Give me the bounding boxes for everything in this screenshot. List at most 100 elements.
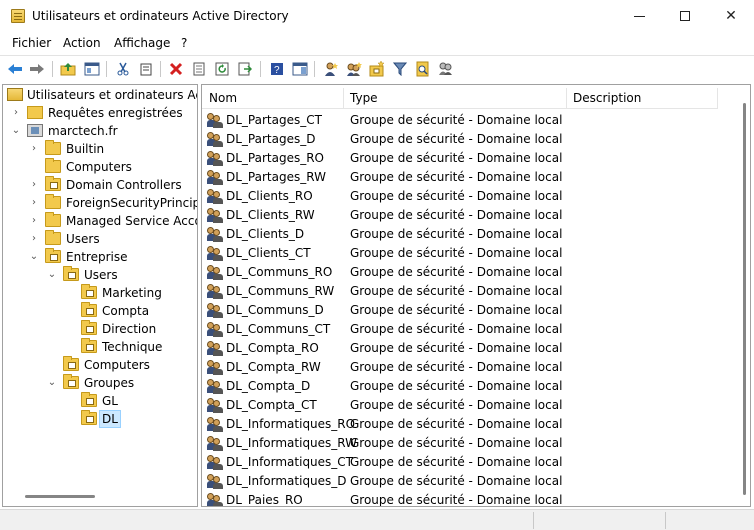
table-row[interactable]: DL_Communs_RW Groupe de sécurité - Domain… — [202, 282, 718, 301]
tree-item-groupes[interactable]: ⌄ Groupes — [43, 374, 197, 392]
tree-item-entreprise[interactable]: ⌄ Entreprise — [25, 248, 197, 266]
table-row[interactable]: DL_Clients_RO Groupe de sécurité - Domain… — [202, 187, 718, 206]
table-row[interactable]: DL_Compta_D Groupe de sécurité - Domaine … — [202, 377, 718, 396]
group-name: DL_Compta_CT — [226, 398, 317, 412]
menu-help[interactable]: ? — [181, 36, 187, 50]
export-list-icon[interactable] — [235, 59, 255, 79]
tree-item-saved-queries[interactable]: › Requêtes enregistrées — [7, 104, 197, 122]
collapse-icon[interactable]: ⌄ — [29, 248, 39, 266]
table-row[interactable]: DL_Informatiques_RW Groupe de sécurité - … — [202, 434, 718, 453]
tree-item-entreprise-users[interactable]: ⌄ Users — [43, 266, 197, 284]
show-hide-console-tree-icon[interactable] — [82, 59, 102, 79]
table-row[interactable]: DL_Partages_RW Groupe de sécurité - Domai… — [202, 168, 718, 187]
collapse-icon[interactable]: ⌄ — [47, 374, 57, 392]
expand-icon[interactable]: › — [29, 140, 39, 158]
tree-item-label: Direction — [102, 322, 157, 336]
cut-icon[interactable] — [113, 59, 133, 79]
help-icon[interactable]: ? — [267, 59, 287, 79]
horizontal-scrollbar[interactable] — [25, 495, 95, 498]
column-header-description[interactable]: Description — [567, 85, 717, 109]
tree-root[interactable]: Utilisateurs et ordinateurs Active Direc… — [7, 86, 197, 104]
table-row[interactable]: DL_Compta_RO Groupe de sécurité - Domaine… — [202, 339, 718, 358]
table-row[interactable]: DL_Compta_RW Groupe de sécurité - Domaine… — [202, 358, 718, 377]
security-group-icon — [207, 189, 224, 204]
filter-icon[interactable] — [390, 59, 410, 79]
minimize-button[interactable] — [616, 0, 662, 32]
results-list[interactable]: Nom Type Description DL_Partages_CT Group… — [201, 84, 751, 507]
tree-item-foreign-security-principals[interactable]: › ForeignSecurityPrincipals — [25, 194, 197, 212]
table-row[interactable]: DL_Clients_CT Groupe de sécurité - Domain… — [202, 244, 718, 263]
tree-item-marketing[interactable]: Marketing — [61, 284, 197, 302]
table-row[interactable]: DL_Clients_D Groupe de sécurité - Domaine… — [202, 225, 718, 244]
security-group-icon — [207, 417, 224, 432]
security-group-icon — [207, 455, 224, 470]
find-icon[interactable] — [413, 59, 433, 79]
vertical-scrollbar[interactable] — [743, 103, 746, 495]
forward-icon[interactable] — [27, 59, 47, 79]
table-row[interactable]: DL_Partages_RO Groupe de sécurité - Domai… — [202, 149, 718, 168]
new-user-icon[interactable] — [321, 59, 341, 79]
table-row[interactable]: DL_Compta_CT Groupe de sécurité - Domaine… — [202, 396, 718, 415]
console-tree[interactable]: Utilisateurs et ordinateurs Active Direc… — [2, 84, 198, 507]
tree-item-domain[interactable]: ⌄ marctech.fr — [7, 122, 197, 140]
expand-icon[interactable]: › — [29, 176, 39, 194]
menu-fichier[interactable]: Fichier — [12, 36, 51, 50]
collapse-icon[interactable]: ⌄ — [11, 122, 21, 140]
tree-item-label: Compta — [102, 304, 150, 318]
tree-item-entreprise-computers[interactable]: Computers — [43, 356, 197, 374]
column-header-type[interactable]: Type — [344, 85, 566, 109]
expand-icon[interactable]: › — [29, 194, 39, 212]
table-row[interactable]: DL_Informatiques_RO Groupe de sécurité - … — [202, 415, 718, 434]
tree-item-domain-controllers[interactable]: › Domain Controllers — [25, 176, 197, 194]
table-row[interactable]: DL_Partages_CT Groupe de sécurité - Domai… — [202, 111, 718, 130]
table-row[interactable]: DL_Clients_RW Groupe de sécurité - Domain… — [202, 206, 718, 225]
menu-affichage[interactable]: Affichage — [114, 36, 170, 50]
tree-item-builtin[interactable]: › Builtin — [25, 140, 197, 158]
svg-text:?: ? — [274, 65, 280, 76]
tree-item-users[interactable]: › Users — [25, 230, 197, 248]
table-row[interactable]: DL_Partages_D Groupe de sécurité - Domain… — [202, 130, 718, 149]
table-row[interactable]: DL_Informatiques_D Groupe de sécurité - D… — [202, 472, 718, 491]
copy-icon[interactable] — [136, 59, 156, 79]
column-separator[interactable] — [717, 88, 718, 108]
maximize-button[interactable] — [662, 0, 708, 32]
ou-folder-icon — [81, 392, 97, 407]
table-row[interactable]: DL_Communs_D Groupe de sécurité - Domaine… — [202, 301, 718, 320]
security-group-icon — [207, 474, 224, 489]
table-row[interactable]: DL_Communs_CT Groupe de sécurité - Domain… — [202, 320, 718, 339]
back-icon[interactable] — [5, 59, 25, 79]
table-row[interactable]: DL_Informatiques_CT Groupe de sécurité - … — [202, 453, 718, 472]
folder-icon — [45, 230, 61, 245]
saved-queries-folder-icon — [27, 106, 43, 119]
tree-item-technique[interactable]: Technique — [61, 338, 197, 356]
menu-action[interactable]: Action — [63, 36, 101, 50]
column-header-name[interactable]: Nom — [203, 85, 343, 109]
properties-icon[interactable] — [189, 59, 209, 79]
table-row[interactable]: DL_Communs_RO Groupe de sécurité - Domain… — [202, 263, 718, 282]
add-to-group-icon[interactable] — [436, 59, 456, 79]
refresh-icon[interactable] — [212, 59, 232, 79]
tree-item-direction[interactable]: Direction — [61, 320, 197, 338]
tree-item-dl[interactable]: DL — [61, 410, 197, 428]
tree-item-computers[interactable]: Computers — [25, 158, 197, 176]
table-row[interactable]: DL_Paies_RO Groupe de sécurité - Domaine … — [202, 491, 718, 506]
group-name: DL_Communs_CT — [226, 322, 331, 336]
new-ou-icon[interactable] — [367, 59, 387, 79]
expand-icon[interactable]: › — [29, 230, 39, 248]
collapse-icon[interactable]: ⌄ — [47, 266, 57, 284]
new-group-icon[interactable] — [344, 59, 364, 79]
up-icon[interactable] — [58, 59, 78, 79]
delete-icon[interactable] — [166, 59, 186, 79]
security-group-icon — [207, 341, 224, 356]
tree-item-label: Users — [84, 268, 118, 282]
folder-icon — [45, 194, 61, 209]
tree-item-managed-service-accounts[interactable]: › Managed Service Accounts — [25, 212, 197, 230]
tree-item-gl[interactable]: GL — [61, 392, 197, 410]
group-type: Groupe de sécurité - Domaine local — [350, 227, 563, 241]
group-type: Groupe de sécurité - Domaine local — [350, 284, 563, 298]
tree-item-compta[interactable]: Compta — [61, 302, 197, 320]
close-button[interactable]: ✕ — [708, 0, 754, 32]
action-pane-icon[interactable] — [290, 59, 310, 79]
expand-icon[interactable]: › — [29, 212, 39, 230]
expand-icon[interactable]: › — [11, 104, 21, 122]
